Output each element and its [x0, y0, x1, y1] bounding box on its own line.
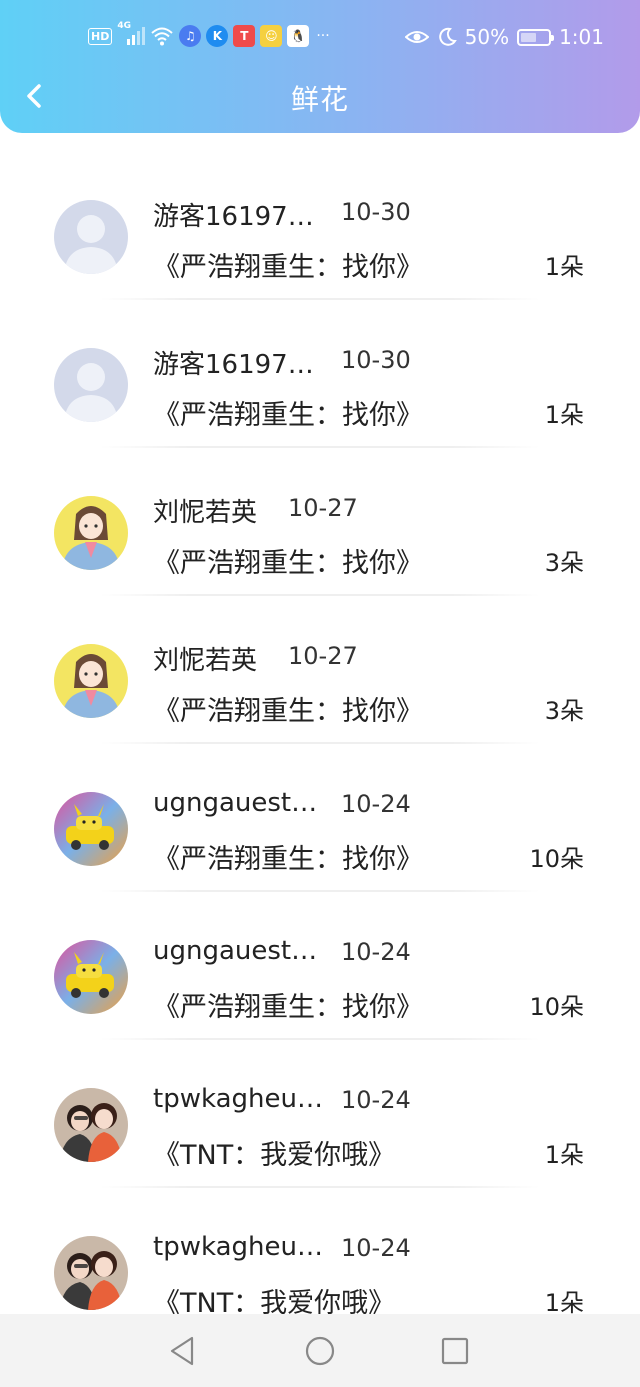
- list-item[interactable]: ugngauest… 10-24 《严浩翔重生：找你》 10朵: [0, 744, 640, 892]
- work-title: 《严浩翔重生：找你》: [153, 696, 423, 727]
- gift-date: 10-27: [288, 494, 358, 522]
- work-title: 《严浩翔重生：找你》: [153, 992, 423, 1023]
- flower-count: 3朵: [544, 549, 584, 577]
- avatar[interactable]: [54, 792, 128, 866]
- work-title: 《TNT：我爱你哦》: [153, 1140, 396, 1171]
- list-item[interactable]: 刘怩若英 10-27 《严浩翔重生：找你》 3朵: [0, 448, 640, 596]
- baby-app-icon: ☺: [260, 25, 283, 47]
- flower-count: 3朵: [544, 697, 584, 725]
- user-name[interactable]: tpwkagheu…: [153, 1084, 323, 1114]
- nav-recents-icon[interactable]: [438, 1334, 472, 1368]
- battery-percent: 50%: [464, 25, 510, 49]
- user-name[interactable]: ugngauest…: [153, 788, 317, 818]
- avatar[interactable]: [54, 1236, 128, 1310]
- toutiao-app-icon: T: [233, 25, 256, 47]
- user-name[interactable]: tpwkagheu…: [153, 1232, 323, 1262]
- work-title: 《严浩翔重生：找你》: [153, 844, 423, 875]
- flower-count: 10朵: [529, 993, 584, 1021]
- do-not-disturb-moon-icon: [438, 27, 457, 46]
- status-bar-right: 50% 1:01: [404, 25, 604, 49]
- avatar[interactable]: [54, 348, 128, 422]
- flower-count: 10朵: [529, 845, 584, 873]
- user-name[interactable]: 刘怩若英: [153, 640, 257, 677]
- kugou-app-icon: K: [206, 25, 229, 47]
- avatar[interactable]: [54, 200, 128, 274]
- status-bar-left: HD 4G ♫ K T ☺ 🐧 ···: [88, 21, 330, 47]
- wifi-icon: [151, 27, 174, 46]
- avatar[interactable]: [54, 496, 128, 570]
- work-title: 《严浩翔重生：找你》: [153, 400, 423, 431]
- hd-badge: HD: [88, 27, 113, 45]
- cellular-signal-icon: 4G: [117, 21, 146, 47]
- work-title: 《严浩翔重生：找你》: [153, 252, 423, 283]
- nav-home-icon[interactable]: [303, 1334, 337, 1368]
- battery-icon: [517, 28, 555, 46]
- list-item[interactable]: 刘怩若英 10-27 《严浩翔重生：找你》 3朵: [0, 596, 640, 744]
- flower-count: 1朵: [544, 401, 584, 429]
- eye-comfort-icon: [404, 31, 429, 43]
- avatar[interactable]: [54, 1088, 128, 1162]
- flower-count: 1朵: [544, 1141, 584, 1169]
- more-notifications-icon: ···: [316, 28, 330, 44]
- flower-count: 1朵: [544, 1289, 584, 1317]
- avatar[interactable]: [54, 644, 128, 718]
- list-item[interactable]: ugngauest… 10-24 《严浩翔重生：找你》 10朵: [0, 892, 640, 1040]
- list-item[interactable]: 游客16197… 10-30 《严浩翔重生：找你》 1朵: [0, 152, 640, 300]
- clock-time: 1:01: [559, 25, 604, 49]
- user-name[interactable]: 游客16197…: [153, 196, 314, 233]
- system-navigation-bar: [0, 1314, 640, 1387]
- list-item[interactable]: tpwkagheu… 10-24 《TNT：我爱你哦》 1朵: [0, 1040, 640, 1188]
- page-title: 鲜花: [290, 83, 349, 116]
- gift-date: 10-27: [288, 642, 358, 670]
- user-name[interactable]: 游客16197…: [153, 344, 314, 381]
- gift-date: 10-24: [341, 1234, 411, 1262]
- user-name[interactable]: 刘怩若英: [153, 492, 257, 529]
- avatar[interactable]: [54, 940, 128, 1014]
- gift-date: 10-24: [341, 1086, 411, 1114]
- gift-date: 10-24: [341, 790, 411, 818]
- user-name[interactable]: ugngauest…: [153, 936, 317, 966]
- qq-penguin-icon: 🐧: [287, 25, 310, 47]
- flower-count: 1朵: [544, 253, 584, 281]
- gift-date: 10-30: [341, 198, 411, 226]
- gift-date: 10-24: [341, 938, 411, 966]
- gift-date: 10-30: [341, 346, 411, 374]
- music-app-icon: ♫: [179, 25, 202, 47]
- nav-back-icon[interactable]: [166, 1334, 200, 1368]
- list-item[interactable]: 游客16197… 10-30 《严浩翔重生：找你》 1朵: [0, 300, 640, 448]
- app-header: HD 4G ♫ K T ☺ 🐧 ··· 50% 1:01 鲜花: [0, 0, 640, 133]
- work-title: 《严浩翔重生：找你》: [153, 548, 423, 579]
- status-bar: HD 4G ♫ K T ☺ 🐧 ··· 50% 1:01: [0, 0, 640, 76]
